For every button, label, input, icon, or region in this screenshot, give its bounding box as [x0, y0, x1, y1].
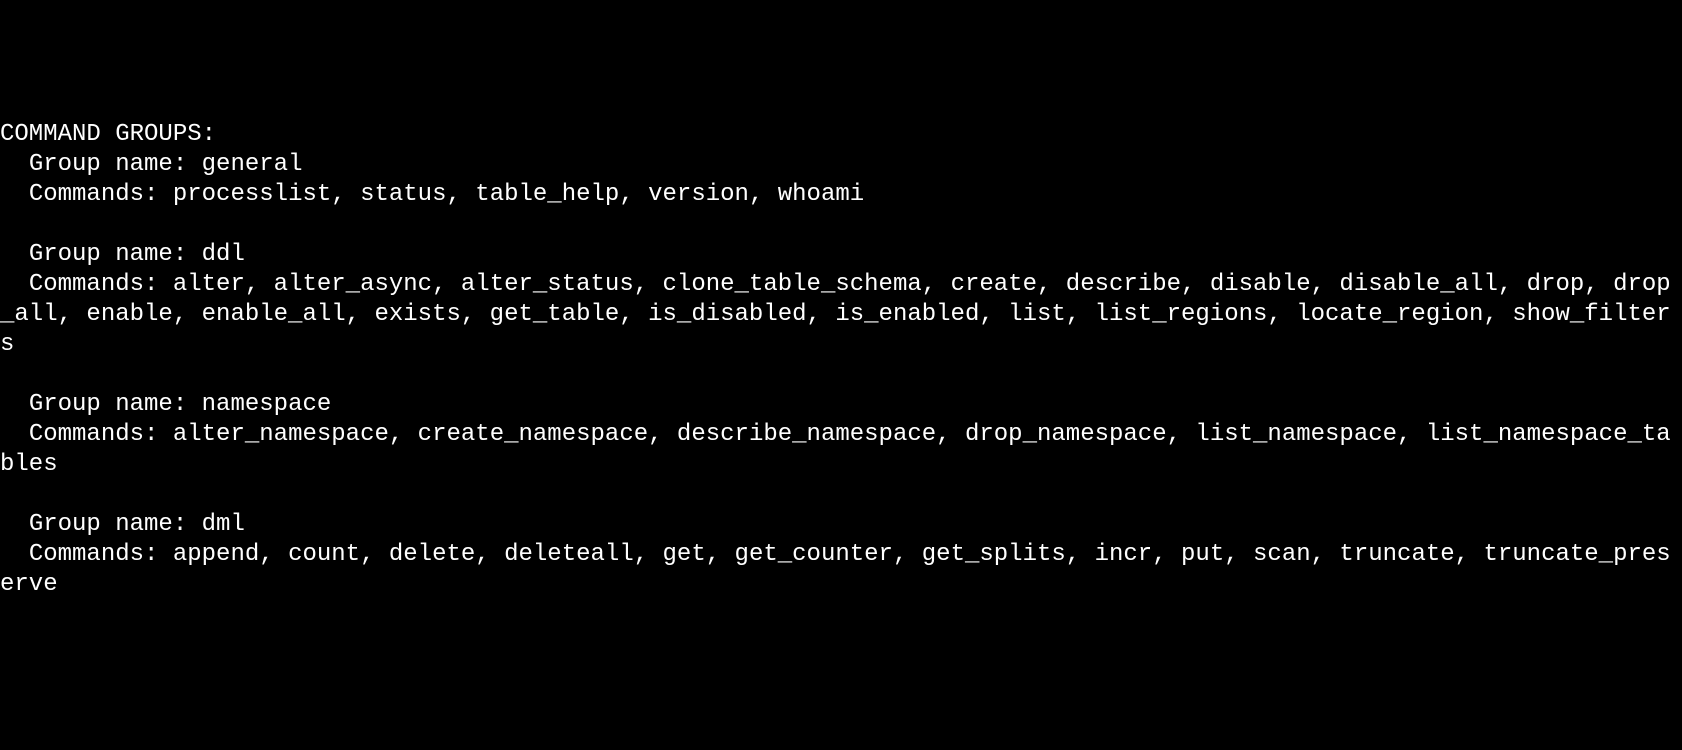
group-name-general: general [202, 151, 303, 178]
terminal-output: COMMAND GROUPS: Group name: general Comm… [0, 120, 1682, 600]
commands-general: processlist, status, table_help, version… [173, 181, 864, 208]
commands-label: Commands: [29, 421, 159, 448]
group-name-label: Group name: [29, 241, 187, 268]
commands-label: Commands: [29, 181, 159, 208]
commands-namespace: alter_namespace, create_namespace, descr… [0, 421, 1671, 478]
commands-label: Commands: [29, 541, 159, 568]
group-name-label: Group name: [29, 151, 187, 178]
group-name-namespace: namespace [202, 391, 332, 418]
command-groups-header: COMMAND GROUPS: [0, 121, 216, 148]
group-name-dml: dml [202, 511, 245, 538]
group-name-ddl: ddl [202, 241, 245, 268]
group-name-label: Group name: [29, 391, 187, 418]
commands-dml: append, count, delete, deleteall, get, g… [0, 541, 1671, 598]
commands-ddl: alter, alter_async, alter_status, clone_… [0, 271, 1671, 358]
group-name-label: Group name: [29, 511, 187, 538]
commands-label: Commands: [29, 271, 159, 298]
